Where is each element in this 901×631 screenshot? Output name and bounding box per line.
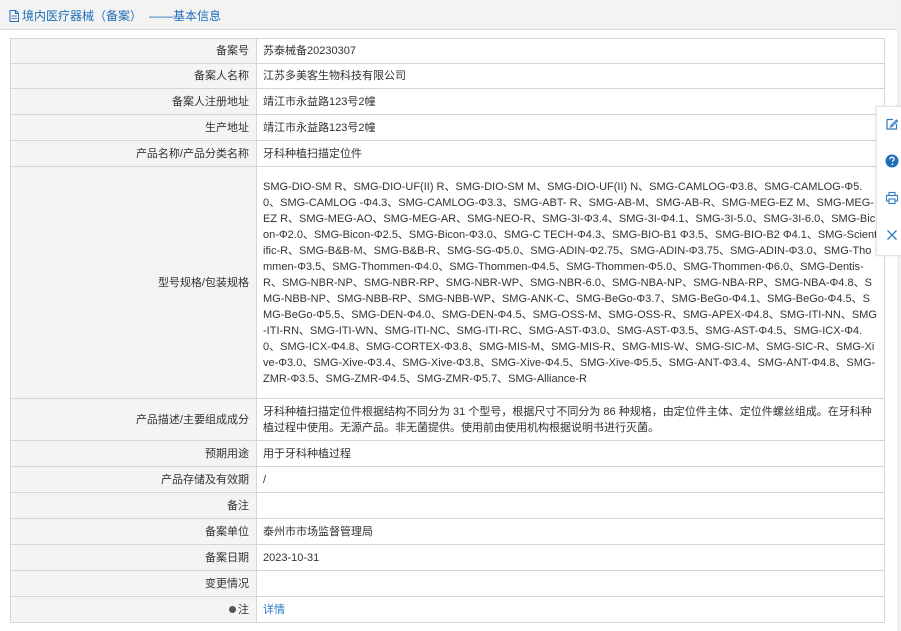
row-label: 备案单位 [10,518,257,545]
help-icon [885,154,899,168]
row-label: 备案人名称 [10,63,257,89]
row-label: 产品存储及有效期 [10,466,257,493]
row-label: 变更情况 [10,570,257,597]
row-value: / [256,466,885,493]
print-button[interactable] [881,187,901,209]
table-row: 备案人注册地址 靖江市永益路123号2幢 [10,88,885,115]
table-row: 预期用途 用于牙科种植过程 [10,440,885,467]
row-label: 备注 [10,492,257,519]
row-label: 产品名称/产品分类名称 [10,140,257,167]
row-label: 预期用途 [10,440,257,467]
help-button[interactable] [881,150,901,172]
table-row: 备案单位 泰州市市场监督管理局 [10,518,885,545]
row-label: 型号规格/包装规格 [10,166,257,399]
row-value: 苏泰械备20230307 [256,38,885,64]
details-link[interactable]: 详情 [263,604,285,616]
table-row: 生产地址 靖江市永益路123号2幢 [10,114,885,141]
row-value [256,492,885,519]
table-row: 产品存储及有效期 / [10,466,885,493]
row-value: 靖江市永益路123号2幢 [256,114,885,141]
breadcrumb: 境内医疗器械（备案） ——基本信息 [9,7,221,24]
row-label: 备案日期 [10,544,257,571]
table-row: 备注 [10,492,885,519]
table-row: 备案号 苏泰械备20230307 [10,38,885,64]
table-row: 备案人名称 江苏多美客生物科技有限公司 [10,63,885,89]
table-row: 注 详情 [10,596,885,623]
row-label: 生产地址 [10,114,257,141]
row-label: 备案人注册地址 [10,88,257,115]
row-value: 牙科种植扫描定位件根据结构不同分为 31 个型号，根据尺寸不同分为 86 种规格… [256,398,885,441]
table-row: 变更情况 [10,570,885,597]
row-label-note: 注 [10,596,257,623]
detail-panel: 备案号 苏泰械备20230307 备案人名称 江苏多美客生物科技有限公司 备案人… [0,30,897,631]
row-value: 2023-10-31 [256,544,885,571]
row-label: 备案号 [10,38,257,64]
table-row: 备案日期 2023-10-31 [10,544,885,571]
page-subtitle: ——基本信息 [149,9,222,23]
row-value: 牙科种植扫描定位件 [256,140,885,167]
row-value: 详情 [256,596,885,623]
table-row: 产品描述/主要组成成分 牙科种植扫描定位件根据结构不同分为 31 个型号，根据尺… [10,398,885,441]
row-value: 江苏多美客生物科技有限公司 [256,63,885,89]
print-icon [885,191,899,205]
page-header: 境内医疗器械（备案） ——基本信息 [0,0,897,30]
info-table: 备案号 苏泰械备20230307 备案人名称 江苏多美客生物科技有限公司 备案人… [10,38,885,623]
document-icon [9,9,19,22]
page-title: 境内医疗器械（备案） [22,9,143,23]
row-value: 用于牙科种植过程 [256,440,885,467]
side-toolbar [876,106,901,256]
row-value: 泰州市市场监督管理局 [256,518,885,545]
edit-button[interactable] [881,113,901,135]
edit-icon [886,118,899,130]
row-label: 注 [238,603,249,616]
table-row: 产品名称/产品分类名称 牙科种植扫描定位件 [10,140,885,167]
row-value: SMG-DIO-SM R、SMG-DIO-UF(II) R、SMG-DIO-SM… [256,166,885,399]
row-label: 产品描述/主要组成成分 [10,398,257,441]
close-button[interactable] [881,224,901,246]
close-icon [887,230,897,240]
row-value: 靖江市永益路123号2幢 [256,88,885,115]
row-value [256,570,885,597]
bullet-icon [229,605,236,613]
table-row: 型号规格/包装规格 SMG-DIO-SM R、SMG-DIO-UF(II) R、… [10,166,885,399]
